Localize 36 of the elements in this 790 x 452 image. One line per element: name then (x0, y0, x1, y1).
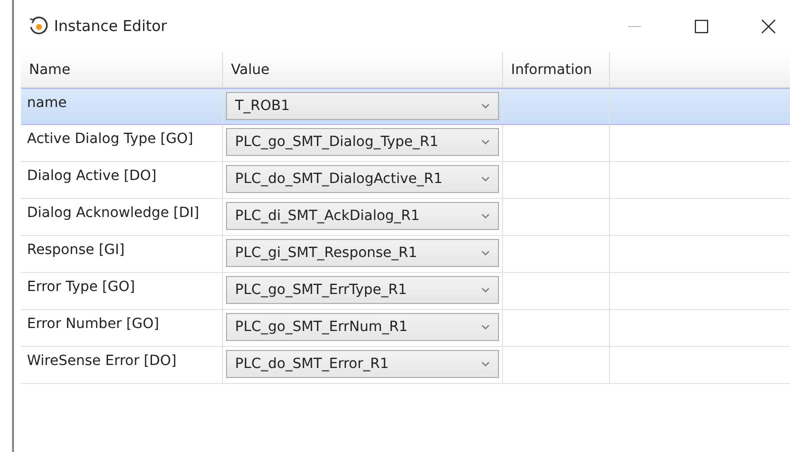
table-row[interactable]: Error Type [GO] PLC_go_SMT_ErrType_R1 (21, 273, 790, 310)
chevron-icon (481, 213, 490, 219)
value-dropdown[interactable]: PLC_gi_SMT_Response_R1 (226, 239, 499, 267)
chevron-icon (481, 103, 490, 109)
property-name: name (27, 95, 67, 111)
table-row[interactable]: Dialog Acknowledge [DI] PLC_di_SMT_AckDialog_R1 (21, 199, 790, 236)
table-row[interactable]: Response [GI] PLC_gi_SMT_Response_R1 (21, 236, 790, 273)
property-name: WireSense Error [DO] (27, 353, 177, 369)
value-dropdown[interactable]: PLC_di_SMT_AckDialog_R1 (226, 202, 499, 230)
property-name: Response [GI] (27, 242, 125, 258)
property-name: Error Number [GO] (27, 316, 160, 332)
maximize-icon[interactable] (694, 18, 709, 34)
chevron-icon (481, 324, 490, 330)
app-icon (28, 16, 48, 36)
close-icon[interactable] (761, 18, 776, 34)
property-name: Error Type [GO] (27, 279, 135, 295)
window-title: Instance Editor (54, 17, 167, 35)
value-dropdown[interactable]: PLC_do_SMT_Error_R1 (226, 350, 499, 378)
property-name: Dialog Active [DO] (27, 168, 157, 184)
table-row[interactable]: Active Dialog Type [GO] PLC_go_SMT_Dialog_Type_R1 (21, 125, 790, 162)
chevron-icon (481, 176, 490, 182)
table-row[interactable]: WireSense Error [DO] PLC_do_SMT_Error_R1 (21, 347, 790, 384)
value-dropdown[interactable]: PLC_go_SMT_ErrNum_R1 (226, 313, 499, 341)
chevron-icon (481, 250, 490, 256)
value-dropdown[interactable]: PLC_go_SMT_ErrType_R1 (226, 276, 499, 304)
table-row[interactable]: Error Number [GO] PLC_go_SMT_ErrNum_R1 (21, 310, 790, 347)
property-name: Dialog Acknowledge [DI] (27, 205, 200, 221)
value-dropdown[interactable]: PLC_do_SMT_DialogActive_R1 (226, 165, 499, 193)
table-row[interactable]: Dialog Active [DO] PLC_do_SMT_DialogActive_R1 (21, 162, 790, 199)
property-name: Active Dialog Type [GO] (27, 131, 194, 147)
value-dropdown[interactable]: PLC_go_SMT_Dialog_Type_R1 (226, 128, 499, 156)
chevron-icon (481, 287, 490, 293)
chevron-icon (481, 361, 490, 367)
chevron-icon (481, 139, 490, 145)
value-dropdown[interactable]: T_ROB1 (226, 92, 499, 120)
table-row[interactable]: name T_ROB1 (21, 88, 790, 125)
